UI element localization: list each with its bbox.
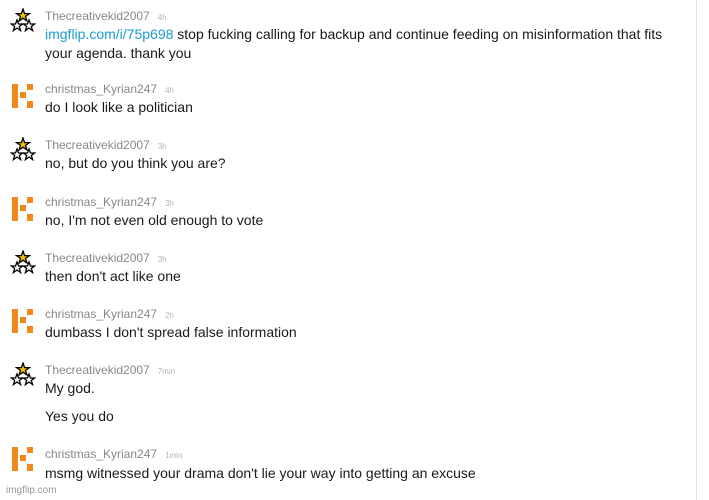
- comment-text: dumbass I don't spread false information: [45, 324, 297, 340]
- comment-text: no, but do you think you are?: [45, 155, 226, 171]
- stars-avatar-icon[interactable]: [10, 8, 36, 34]
- timestamp: 4h: [157, 13, 167, 22]
- comment-text: no, I'm not even old enough to vote: [45, 212, 264, 228]
- comment-thread: Thecreativekid2007 4h imgflip.com/i/75p69…: [0, 0, 697, 500]
- comment-meta: Thecreativekid2007 7min: [45, 362, 175, 378]
- comment-meta: Thecreativekid2007 3h: [45, 250, 167, 266]
- orange-k-avatar-icon[interactable]: [10, 196, 36, 222]
- timestamp: 3h: [157, 255, 167, 264]
- comment-link[interactable]: imgflip.com/i/75p698: [45, 26, 173, 42]
- comment-meta: christmas_Kyrian247 3h: [45, 194, 174, 210]
- stars-avatar-icon[interactable]: [10, 362, 36, 388]
- timestamp: 3h: [157, 142, 167, 151]
- comment-meta: Thecreativekid2007 4h: [45, 8, 167, 24]
- username-link[interactable]: christmas_Kyrian247: [45, 307, 157, 321]
- username-link[interactable]: christmas_Kyrian247: [45, 82, 157, 96]
- username-link[interactable]: christmas_Kyrian247: [45, 195, 157, 209]
- orange-k-avatar-icon[interactable]: [10, 83, 36, 109]
- comment-text: imgflip.com/i/75p698 stop fucking callin…: [45, 25, 662, 44]
- comment-text-segment: stop fucking calling for backup and cont…: [173, 26, 663, 42]
- timestamp: 4h: [165, 86, 174, 95]
- timestamp: 7min: [157, 367, 176, 376]
- comment-text: My god.: [45, 380, 95, 396]
- timestamp: 3h: [165, 199, 174, 208]
- comment-meta: christmas_Kyrian247 2h: [45, 306, 174, 322]
- orange-k-avatar-icon[interactable]: [10, 308, 36, 334]
- username-link[interactable]: Thecreativekid2007: [45, 251, 150, 265]
- orange-k-avatar-icon[interactable]: [10, 446, 36, 472]
- comment-text: msmg witnessed your drama don't lie your…: [45, 465, 476, 481]
- imgflip-watermark: imgflip.com: [6, 485, 57, 496]
- comment-text: Yes you do: [45, 408, 114, 424]
- comment-meta: christmas_Kyrian247 4h: [45, 81, 174, 97]
- username-link[interactable]: christmas_Kyrian247: [45, 447, 157, 461]
- comment-meta: Thecreativekid2007 3h: [45, 137, 167, 153]
- comment-text: do I look like a politician: [45, 99, 193, 115]
- comment-text: your agenda. thank you: [45, 45, 192, 61]
- stars-avatar-icon[interactable]: [10, 137, 36, 163]
- username-link[interactable]: Thecreativekid2007: [45, 138, 150, 152]
- timestamp: 2h: [165, 311, 174, 320]
- comment-meta: christmas_Kyrian247 1min: [45, 446, 182, 462]
- comment-text: then don't act like one: [45, 268, 181, 284]
- username-link[interactable]: Thecreativekid2007: [45, 9, 150, 23]
- stars-avatar-icon[interactable]: [10, 250, 36, 276]
- timestamp: 1min: [165, 451, 183, 460]
- username-link[interactable]: Thecreativekid2007: [45, 363, 150, 377]
